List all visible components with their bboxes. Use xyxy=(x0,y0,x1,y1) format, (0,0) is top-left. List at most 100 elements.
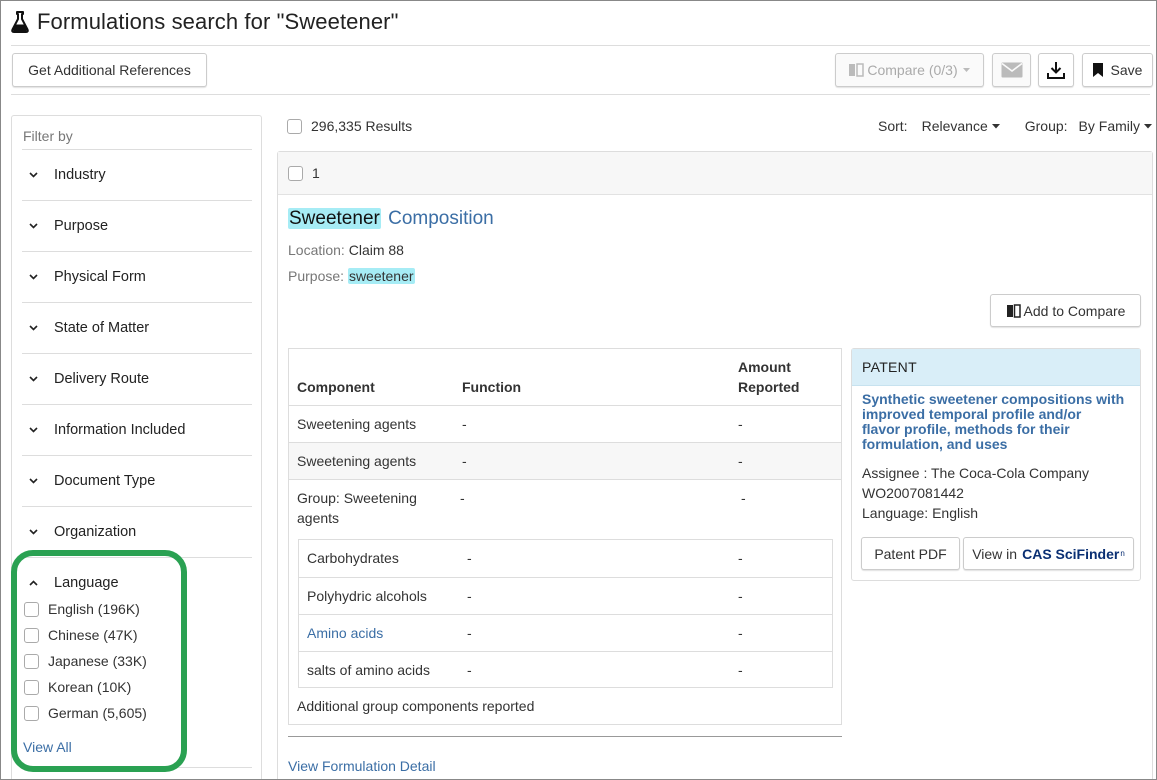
table-row: salts of amino acids - - xyxy=(299,651,832,688)
result-index: 1 xyxy=(312,165,320,181)
bookmark-icon xyxy=(1092,63,1103,77)
group-label: Group: xyxy=(1024,118,1068,134)
chevron-down-icon xyxy=(28,325,38,331)
patent-title-link[interactable]: Synthetic sweetener compositions with im… xyxy=(862,392,1137,452)
result-card-header: 1 xyxy=(278,152,1152,195)
column-header-amount: Amount xyxy=(738,359,791,375)
table-row: Sweetening agents - - xyxy=(289,442,841,479)
additional-components-note: Additional group components reported xyxy=(297,698,535,714)
compare-icon xyxy=(849,63,865,77)
facet-industry[interactable]: Industry xyxy=(22,149,252,200)
purpose-line: Purpose: sweetener xyxy=(288,268,415,284)
amount-cell: - xyxy=(738,625,743,641)
patent-assignee: Assignee : The Coca-Cola Company xyxy=(862,465,1089,481)
download-button[interactable] xyxy=(1038,53,1074,87)
view-formulation-detail-link[interactable]: View Formulation Detail xyxy=(288,758,436,774)
compare-button[interactable]: Compare (0/3) xyxy=(835,53,984,87)
patent-title-line: formulation, and uses xyxy=(862,436,1008,452)
patent-pdf-label: Patent PDF xyxy=(874,545,947,562)
patent-panel-header: PATENT xyxy=(852,349,1140,386)
results-bar: 296,335 Results Sort: Relevance Group: B… xyxy=(287,115,1152,137)
save-button[interactable]: Save xyxy=(1082,53,1153,87)
result-checkbox[interactable] xyxy=(288,165,303,181)
facet-label: Industry xyxy=(54,167,106,183)
facet-label: Physical Form xyxy=(54,269,146,285)
page-header: Formulations search for "Sweetener" xyxy=(11,7,399,37)
toolbar-divider xyxy=(11,94,1150,95)
page-title: Formulations search for "Sweetener" xyxy=(37,9,399,34)
get-additional-references-label: Get Additional References xyxy=(28,62,191,78)
view-in-label: View in xyxy=(972,545,1018,562)
patent-pdf-button[interactable]: Patent PDF xyxy=(861,537,960,570)
table-row: Carbohydrates - - xyxy=(299,540,832,577)
purpose-label: Purpose: xyxy=(288,268,345,284)
sort-value: Relevance xyxy=(921,118,988,134)
scifinder-label: CAS SciFinder xyxy=(1022,545,1120,562)
facet-label: Organization xyxy=(54,524,137,540)
chevron-down-icon xyxy=(28,427,38,433)
amount-cell: - xyxy=(738,662,743,678)
group-name-line1: Group: Sweetening xyxy=(297,490,417,506)
add-to-compare-label: Add to Compare xyxy=(1023,302,1126,319)
amount-cell: - xyxy=(738,453,743,469)
facet-purpose[interactable]: Purpose xyxy=(22,200,252,251)
patent-language: Language: English xyxy=(862,505,978,521)
facet-document-type[interactable]: Document Type xyxy=(22,455,252,506)
facet-information-included[interactable]: Information Included xyxy=(22,404,252,455)
amount-cell: - xyxy=(738,416,743,432)
caret-down-icon xyxy=(962,68,970,72)
group-components-table: Carbohydrates - - Polyhydric alcohols - … xyxy=(298,539,833,688)
location-line: Location: Claim 88 xyxy=(288,242,404,258)
amount-cell: - xyxy=(738,588,743,604)
table-row: Sweetening agents - - xyxy=(289,405,841,442)
caret-down-icon xyxy=(1144,123,1152,128)
result-title-link[interactable]: Sweetener Composition xyxy=(288,208,494,230)
select-all-checkbox[interactable] xyxy=(287,118,302,134)
patent-title-line: improved temporal profile and/or xyxy=(862,406,1082,422)
facet-state-of-matter[interactable]: State of Matter xyxy=(22,302,252,353)
save-label: Save xyxy=(1110,62,1143,78)
chevron-down-icon xyxy=(28,172,38,178)
group-dropdown[interactable]: By Family xyxy=(1079,118,1152,134)
add-to-compare-button[interactable]: Add to Compare xyxy=(990,294,1141,327)
facet-label: Document Type xyxy=(54,473,156,489)
location-label: Location: xyxy=(288,242,345,258)
location-value: Claim 88 xyxy=(348,242,404,258)
app-frame: Formulations search for "Sweetener" Get … xyxy=(0,0,1157,780)
results-count: 296,335 Results xyxy=(311,118,413,134)
amount-cell: - xyxy=(741,490,746,506)
title-highlight: Sweetener xyxy=(288,208,381,229)
function-cell: - xyxy=(462,416,467,432)
facet-label: Delivery Route xyxy=(54,371,150,387)
filter-by-label: Filter by xyxy=(23,128,73,144)
envelope-icon xyxy=(1001,62,1022,78)
function-cell: - xyxy=(462,453,467,469)
chevron-down-icon xyxy=(28,478,38,484)
get-additional-references-button[interactable]: Get Additional References xyxy=(12,53,207,87)
sort-dropdown[interactable]: Relevance xyxy=(922,118,1000,134)
email-button[interactable] xyxy=(992,53,1031,87)
function-cell: - xyxy=(467,662,472,678)
purpose-value: sweetener xyxy=(347,268,415,284)
facet-label: State of Matter xyxy=(54,320,150,336)
facet-delivery-route[interactable]: Delivery Route xyxy=(22,353,252,404)
view-in-scifinder-button[interactable]: View in CAS SciFinder n xyxy=(963,537,1134,570)
component-cell: Polyhydric alcohols xyxy=(307,588,427,604)
table-row: Polyhydric alcohols - - xyxy=(299,577,832,614)
facet-physical-form[interactable]: Physical Form xyxy=(22,251,252,302)
chevron-down-icon xyxy=(28,274,38,280)
component-cell: Sweetening agents xyxy=(297,453,417,469)
component-link-amino-acids[interactable]: Amino acids xyxy=(307,625,383,641)
table-row: Amino acids - - xyxy=(299,614,832,651)
compare-icon xyxy=(1006,303,1021,318)
compare-label: Compare (0/3) xyxy=(867,62,958,78)
chevron-down-icon xyxy=(28,376,38,382)
function-cell: - xyxy=(467,625,472,641)
language-callout-highlight xyxy=(11,550,187,772)
patent-number: WO2007081442 xyxy=(862,485,964,501)
component-cell: Carbohydrates xyxy=(307,550,399,566)
function-cell: - xyxy=(467,588,472,604)
sort-label: Sort: xyxy=(878,118,908,134)
patent-title-line: Synthetic sweetener compositions with xyxy=(862,391,1125,407)
caret-down-icon xyxy=(991,123,1000,128)
